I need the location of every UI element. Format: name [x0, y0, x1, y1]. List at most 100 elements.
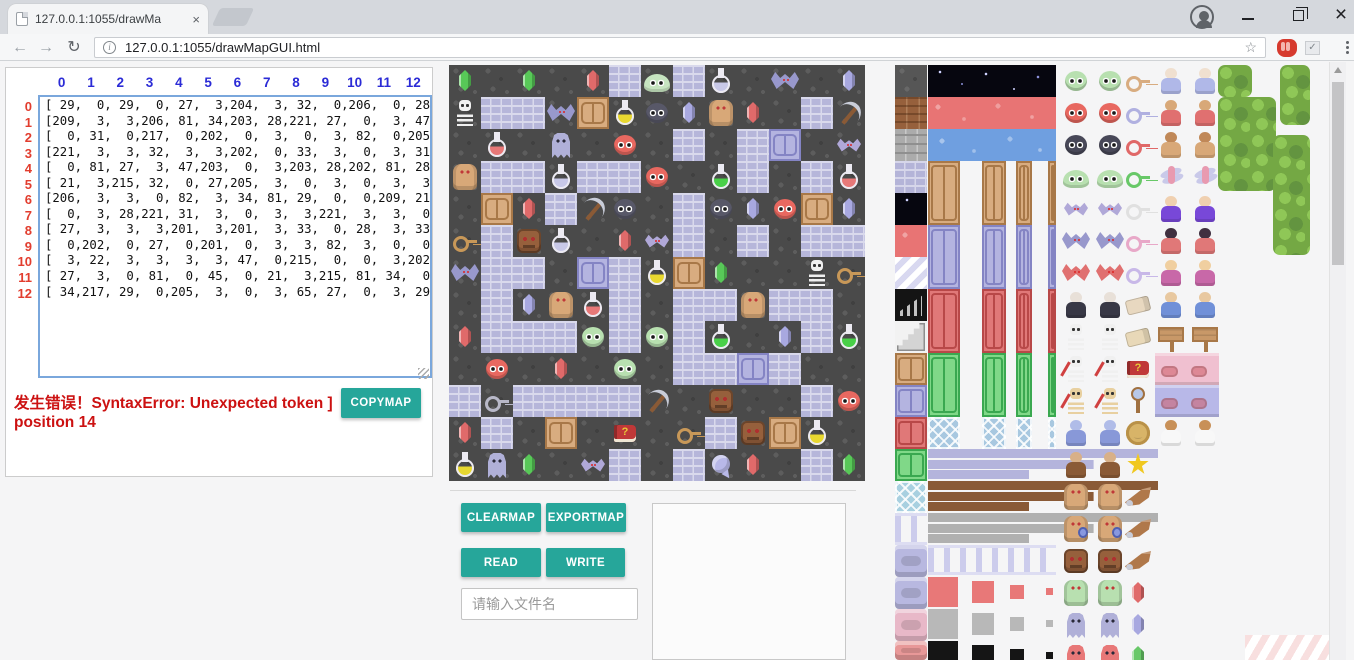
- palette-tile-green-double-door-24[interactable]: [982, 353, 1006, 417]
- palette-tile-red-double-door-24[interactable]: [982, 289, 1006, 353]
- map-tile-dark-stone-floor[interactable]: [737, 257, 769, 289]
- map-tile-green-gem[interactable]: [833, 449, 865, 481]
- palette-tile-red-key[interactable]: [1122, 129, 1154, 161]
- map-tile-purple-brick-wall[interactable]: [705, 353, 737, 385]
- palette-tile-blue-villager[interactable]: [1155, 289, 1187, 321]
- map-tile-dark-stone-floor[interactable]: [449, 289, 481, 321]
- palette-tile-dark-stone-tile[interactable]: [895, 65, 927, 97]
- map-tile-purple-brick-wall[interactable]: [737, 161, 769, 193]
- map-tile-purple-brick-wall[interactable]: [609, 449, 641, 481]
- palette-tile-water-strip[interactable]: [928, 129, 1056, 161]
- map-tile-red-potion[interactable]: [481, 129, 513, 161]
- map-tile-purple-brick-wall[interactable]: [609, 65, 641, 97]
- map-tile-stone-face-totem[interactable]: [705, 385, 737, 417]
- map-tile-dark-stone-floor[interactable]: [577, 225, 609, 257]
- map-tile-green-ball-monster[interactable]: [641, 321, 673, 353]
- map-tile-wooden-door[interactable]: [801, 193, 833, 225]
- map-tile-red-gem[interactable]: [609, 225, 641, 257]
- palette-tile-gray-stone-tile[interactable]: [895, 129, 927, 161]
- map-tile-purple-brick-wall[interactable]: [673, 449, 705, 481]
- palette-tile-brown-warrior[interactable]: [1189, 129, 1221, 161]
- palette-tile-purple-double-door-16[interactable]: [1016, 225, 1032, 289]
- map-tile-magic-orb-top[interactable]: [705, 449, 737, 481]
- palette-tile-purple-double-door-32[interactable]: [928, 225, 960, 289]
- map-tile-dark-stone-floor[interactable]: [481, 65, 513, 97]
- palette-tile-lattice-tile[interactable]: [895, 481, 927, 513]
- map-tile-purple-gem[interactable]: [737, 193, 769, 225]
- map-tile-purple-brick-wall[interactable]: [513, 97, 545, 129]
- scrollbar-thumb[interactable]: [1332, 82, 1344, 265]
- map-tile-dark-stone-floor[interactable]: [513, 353, 545, 385]
- url-text[interactable]: 127.0.0.1:1055/drawMapGUI.html: [125, 40, 320, 55]
- map-tile-dark-stone-floor[interactable]: [769, 97, 801, 129]
- map-tile-purple-brick-wall[interactable]: [609, 385, 641, 417]
- map-tile-red-gem[interactable]: [577, 65, 609, 97]
- map-tile-dark-stone-floor[interactable]: [737, 321, 769, 353]
- palette-tile-pink-table-tile[interactable]: [895, 609, 927, 641]
- palette-tile-starfield-strip[interactable]: [928, 65, 1056, 97]
- map-tile-purple-brick-wall[interactable]: [513, 257, 545, 289]
- map-tile-red-gem[interactable]: [545, 353, 577, 385]
- palette-tile-skeleton[interactable]: [1060, 321, 1092, 353]
- palette-tile-red-door-tile[interactable]: [895, 417, 927, 449]
- palette-tile-green-double-door-8[interactable]: [1048, 353, 1056, 417]
- map-tile-purple-brick-wall[interactable]: [705, 417, 737, 449]
- map-tile-purple-brick-wall[interactable]: [609, 289, 641, 321]
- map-tile-wooden-door[interactable]: [769, 417, 801, 449]
- palette-tile-red-ground-strip[interactable]: [928, 97, 1056, 129]
- map-tile-purple-brick-wall[interactable]: [609, 257, 641, 289]
- palette-tile-tree-canopy[interactable]: [1280, 65, 1310, 125]
- map-tile-dark-stone-floor[interactable]: [769, 385, 801, 417]
- map-tile-purple-brick-wall[interactable]: [833, 225, 865, 257]
- palette-tile-red-ground-tile[interactable]: [895, 225, 927, 257]
- palette-tile-red-question-book[interactable]: ?: [1122, 353, 1154, 385]
- map-tile-ghost[interactable]: [545, 129, 577, 161]
- palette-tile-red-ball-monster[interactable]: [1060, 97, 1092, 129]
- map-tile-red-question-book[interactable]: ?: [609, 417, 641, 449]
- map-tile-dark-stone-floor[interactable]: [449, 129, 481, 161]
- map-tile-dark-stone-floor[interactable]: [641, 289, 673, 321]
- map-tile-dark-stone-floor[interactable]: [449, 193, 481, 225]
- map-tile-purple-brick-wall[interactable]: [673, 353, 705, 385]
- map-tile-dark-stone-floor[interactable]: [833, 289, 865, 321]
- palette-tile-purple-wizard[interactable]: [1155, 193, 1187, 225]
- palette-tile-tan-scroll[interactable]: [1122, 321, 1154, 353]
- map-tile-big-bat[interactable]: [769, 65, 801, 97]
- palette-tile-brown-wing[interactable]: [1122, 481, 1154, 513]
- palette-tile-green-zombie[interactable]: [1060, 577, 1092, 609]
- palette-tile-red-gem[interactable]: [1122, 577, 1154, 609]
- map-tile-purple-brick-wall[interactable]: [673, 289, 705, 321]
- profile-icon[interactable]: [1190, 5, 1214, 29]
- palette-tile-tan-key[interactable]: [1122, 65, 1154, 97]
- clearmap-button[interactable]: CLEARMAP: [461, 503, 541, 532]
- map-tile-purple-brick-wall[interactable]: [673, 225, 705, 257]
- map-tile-red-potion[interactable]: [577, 289, 609, 321]
- map-tile-dark-stone-floor[interactable]: [545, 257, 577, 289]
- palette-tile-lavender-table-tile[interactable]: [895, 577, 927, 609]
- map-tile-purple-brick-wall[interactable]: [609, 161, 641, 193]
- map-tile-purple-brick-wall[interactable]: [769, 289, 801, 321]
- map-tile-dark-stone-floor[interactable]: [705, 129, 737, 161]
- palette-tile-red-double-door-16[interactable]: [1016, 289, 1032, 353]
- map-tile-dark-stone-floor[interactable]: [641, 449, 673, 481]
- palette-tile-red-double-door-8[interactable]: [1048, 289, 1056, 353]
- palette-tile-red-ghost[interactable]: [1060, 641, 1092, 660]
- palette-tile-dark-ball-monster[interactable]: [1060, 129, 1092, 161]
- map-tile-pickaxe[interactable]: [641, 385, 673, 417]
- palette-tile-pink-fairy[interactable]: [1189, 161, 1221, 193]
- palette-tile-wooden-sign[interactable]: [1189, 321, 1221, 353]
- map-tile-gray-ball-monster[interactable]: [641, 97, 673, 129]
- map-tile-purple-gem[interactable]: [833, 193, 865, 225]
- palette-tile-pink-key[interactable]: [1122, 225, 1154, 257]
- map-tile-dark-stone-floor[interactable]: [641, 129, 673, 161]
- map-tile-dark-stone-floor[interactable]: [769, 257, 801, 289]
- palette-tile-tan-double-door-24[interactable]: [982, 161, 1006, 225]
- textarea-resize-grip[interactable]: [418, 368, 429, 379]
- map-tile-purple-brick-wall[interactable]: [545, 321, 577, 353]
- map-tile-yellow-potion[interactable]: [641, 257, 673, 289]
- map-tile-purple-brick-wall[interactable]: [673, 65, 705, 97]
- map-tile-purple-gem[interactable]: [833, 65, 865, 97]
- map-tile-golem[interactable]: [545, 289, 577, 321]
- map-tile-pickaxe[interactable]: [833, 97, 865, 129]
- map-tile-gold-key[interactable]: [673, 417, 705, 449]
